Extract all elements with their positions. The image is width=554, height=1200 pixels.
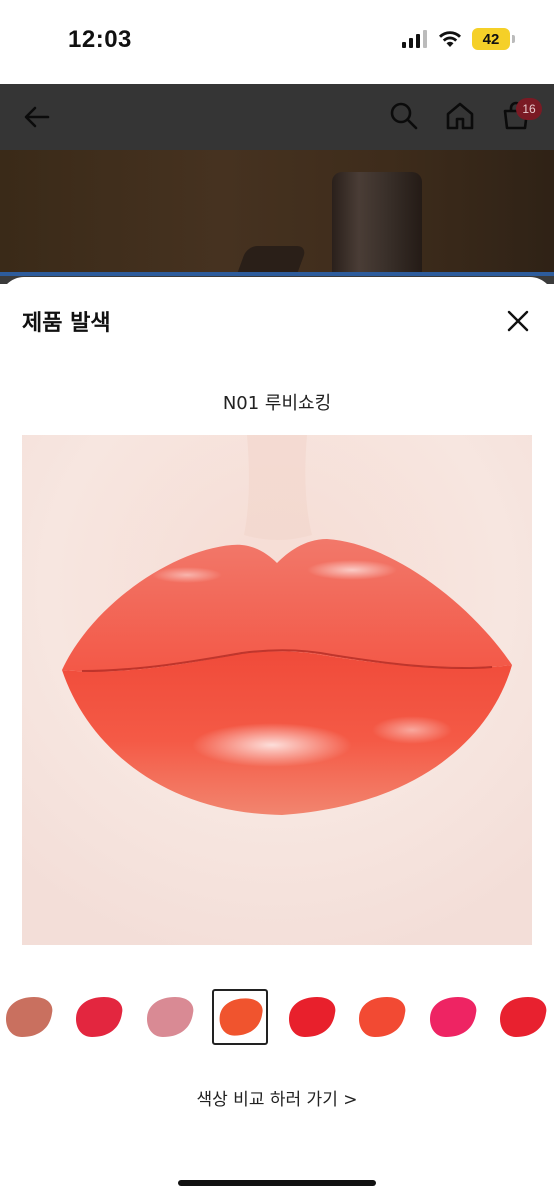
status-icons: 42	[402, 28, 515, 50]
shade-thumb-8[interactable]	[494, 989, 550, 1045]
status-time: 12:03	[68, 26, 132, 53]
status-bar: 12:03 42	[0, 0, 554, 84]
color-sheet: 제품 발색 N01 루비쇼킹 색상 비교 하러 가기 >	[0, 277, 554, 1200]
product-bottle	[332, 172, 422, 274]
shade-thumb-4[interactable]	[212, 989, 268, 1045]
shade-thumb-3[interactable]	[141, 989, 197, 1045]
close-icon[interactable]	[504, 307, 532, 335]
lip-swatch-illustration	[22, 435, 532, 945]
shade-thumb-5[interactable]	[283, 989, 339, 1045]
signal-icon	[402, 30, 427, 48]
compare-colors-link[interactable]: 색상 비교 하러 가기 >	[0, 1085, 554, 1110]
shade-thumb-2[interactable]	[70, 989, 126, 1045]
app-header	[0, 84, 554, 150]
lip-swatch-photo	[22, 435, 532, 945]
home-indicator	[178, 1180, 376, 1186]
shade-thumb-7[interactable]	[424, 989, 480, 1045]
home-icon[interactable]	[444, 100, 476, 132]
product-hero-image	[0, 150, 554, 274]
shade-name: N01 루비쇼킹	[222, 393, 332, 414]
shade-thumbnails	[0, 989, 554, 1045]
shade-thumb-1[interactable]	[0, 989, 56, 1045]
battery-level: 42	[482, 30, 500, 48]
cart-count-badge: 16	[516, 98, 542, 120]
wifi-icon	[439, 31, 461, 47]
shade-thumb-6[interactable]	[353, 989, 409, 1045]
battery-icon: 42	[472, 28, 515, 50]
product-cap	[232, 246, 308, 274]
sheet-title: 제품 발색	[22, 311, 111, 336]
accent-strip	[0, 272, 554, 276]
back-arrow-icon[interactable]	[22, 102, 52, 132]
search-icon[interactable]	[388, 100, 420, 132]
